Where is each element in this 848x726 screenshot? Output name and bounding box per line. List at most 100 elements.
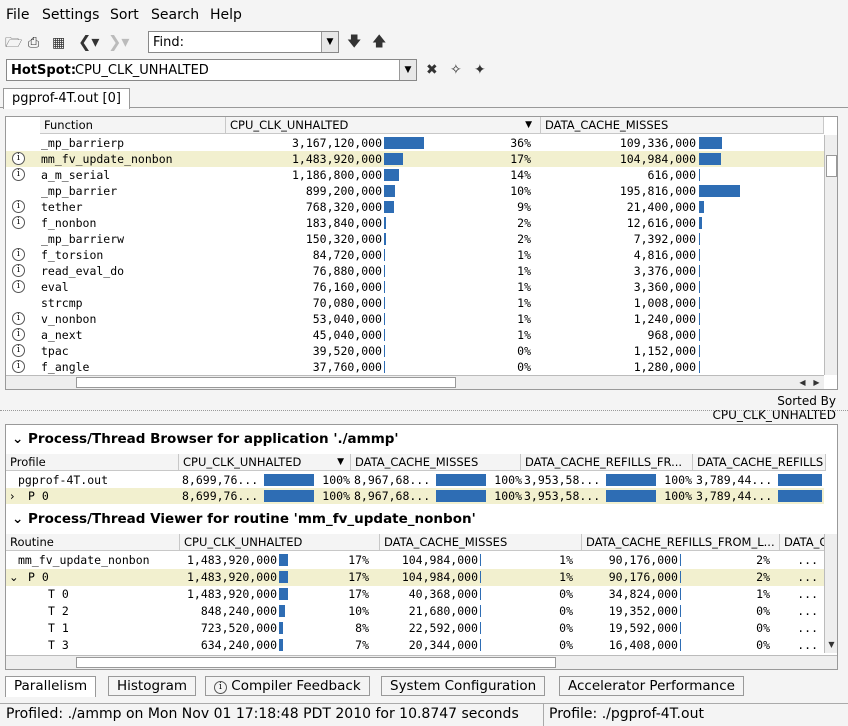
viewer-vertical-scrollbar[interactable]: ▼: [824, 534, 837, 653]
print-preview-icon[interactable]: ▦: [52, 35, 65, 51]
table-row[interactable]: _mp_barrierw 150,320,000 2% 7,392,000: [6, 231, 824, 247]
info-icon[interactable]: i: [12, 152, 25, 165]
browser-col-dcm[interactable]: DATA_CACHE_MISSES: [351, 454, 521, 471]
table-row[interactable]: i f_torsion 84,720,000 1% 4,816,000: [6, 247, 824, 263]
tab-system-configuration[interactable]: System Configuration: [381, 676, 546, 696]
info-icon[interactable]: i: [12, 200, 25, 213]
browser-title: Process/Thread Browser for application '…: [28, 431, 399, 447]
vertical-scrollbar[interactable]: [824, 135, 837, 375]
scroll-left-icon[interactable]: ◀: [796, 376, 809, 389]
info-icon[interactable]: i: [12, 328, 25, 341]
scroll-down-icon[interactable]: ▼: [825, 638, 837, 651]
table-row[interactable]: _mp_barrierp 3,167,120,000 36% 109,336,000: [6, 135, 824, 151]
function-name: read_eval_do: [41, 264, 125, 278]
table-row[interactable]: T 2 848,240,000 10% 21,680,000 0% 19,352,000 0…: [6, 603, 824, 620]
viewer-col-refills[interactable]: DATA_CACHE_REFILLS_FROM_L...: [582, 534, 780, 551]
split-divider[interactable]: [0, 410, 848, 418]
cpu-bar: [384, 329, 385, 341]
table-row[interactable]: T 0 1,483,920,000 17% 40,368,000 0% 34,824,00…: [6, 586, 824, 603]
print-icon[interactable]: ⎙: [28, 35, 39, 51]
collapse-icon[interactable]: ⌄: [12, 511, 23, 527]
tab-histogram[interactable]: Histogram: [108, 676, 197, 696]
info-icon[interactable]: i: [12, 168, 25, 181]
metric-percent: 100%: [494, 473, 522, 487]
table-row[interactable]: _mp_barrier 899,200,000 10% 195,816,000: [6, 183, 824, 199]
info-icon[interactable]: i: [12, 344, 25, 357]
viewer-col-routine[interactable]: Routine: [6, 534, 180, 551]
hotspot-value[interactable]: CPU_CLK_UNHALTED: [75, 63, 209, 78]
col-data-cache-misses[interactable]: DATA_CACHE_MISSES: [541, 117, 824, 134]
table-row[interactable]: i mm_fv_update_nonbon 1,483,920,000 17% 104,…: [6, 151, 824, 167]
viewer-horizontal-scrollbar[interactable]: [6, 655, 837, 669]
info-icon[interactable]: i: [12, 248, 25, 261]
clear-icon[interactable]: ✖: [426, 62, 438, 78]
metric-value: 3,953,58...: [524, 473, 601, 487]
menu-file[interactable]: File: [6, 7, 29, 23]
collapse-icon[interactable]: ⌄: [9, 569, 21, 585]
tab-parallelism[interactable]: Parallelism: [5, 676, 97, 697]
collapse-icon[interactable]: ⌄: [12, 431, 23, 447]
table-row[interactable]: i a_m_serial 1,186,800,000 14% 616,000: [6, 167, 824, 183]
table-row[interactable]: i read_eval_do 76,880,000 1% 3,376,000: [6, 263, 824, 279]
tab-accelerator-performance[interactable]: Accelerator Performance: [559, 676, 744, 696]
refill-bar: [680, 605, 681, 617]
expand-icon[interactable]: ›: [10, 488, 20, 504]
viewer-section-header[interactable]: ⌄ Process/Thread Viewer for routine 'mm_…: [12, 509, 476, 529]
menu-help[interactable]: Help: [210, 7, 242, 23]
tab-compiler-feedback[interactable]: i Compiler Feedback: [205, 676, 370, 696]
vertical-scroll-thumb[interactable]: [826, 155, 837, 177]
table-row[interactable]: ⌄ P 0 1,483,920,000 17% 104,984,000 1% 90,176,…: [6, 569, 824, 586]
table-row[interactable]: T 3 634,240,000 7% 20,344,000 0% 16,408,000 0%…: [6, 637, 824, 654]
browser-col-profile[interactable]: Profile: [6, 454, 179, 471]
col-function[interactable]: Function: [40, 117, 226, 134]
hotspot-combo[interactable]: HotSpot: CPU_CLK_UNHALTED ▼: [6, 59, 417, 81]
select-icon[interactable]: ✧: [450, 62, 462, 78]
tab-profile[interactable]: pgprof-4T.out [0]: [3, 88, 130, 109]
browser-col-refills-fr[interactable]: DATA_CACHE_REFILLS_FR...: [521, 454, 693, 471]
viewer-col-dcm[interactable]: DATA_CACHE_MISSES: [380, 534, 582, 551]
viewer-col-more[interactable]: DATA_C: [780, 534, 826, 551]
table-row[interactable]: i tether 768,320,000 9% 21,400,000: [6, 199, 824, 215]
open-folder-icon[interactable]: 🗁: [5, 35, 22, 51]
forward-icon[interactable]: ❯▾: [108, 34, 129, 50]
cpu-value: 1,483,920,000: [291, 152, 382, 166]
info-icon[interactable]: i: [12, 312, 25, 325]
table-row[interactable]: i v_nonbon 53,040,000 1% 1,240,000: [6, 311, 824, 327]
menu-settings[interactable]: Settings: [42, 7, 99, 23]
find-down-icon[interactable]: 🡇: [347, 34, 361, 50]
horizontal-scrollbar[interactable]: ◀ ▶: [6, 375, 824, 389]
info-icon[interactable]: i: [12, 360, 25, 373]
col-cpu-clk[interactable]: CPU_CLK_UNHALTED ▼: [226, 117, 541, 134]
hotspot-dropdown-icon[interactable]: ▼: [399, 60, 416, 80]
find-up-icon[interactable]: 🡅: [372, 34, 386, 50]
dcm-value: 20,344,000: [408, 638, 478, 652]
viewer-scroll-thumb[interactable]: [76, 657, 556, 668]
browser-section-header[interactable]: ⌄ Process/Thread Browser for application…: [12, 429, 399, 449]
scroll-right-icon[interactable]: ▶: [810, 376, 823, 389]
menu-search[interactable]: Search: [151, 7, 199, 23]
back-icon[interactable]: ❮▾: [78, 34, 99, 50]
tool-icon[interactable]: ✦: [474, 62, 486, 78]
menu-sort[interactable]: Sort: [110, 7, 139, 23]
find-dropdown-icon[interactable]: ▼: [321, 32, 338, 52]
info-icon[interactable]: i: [12, 280, 25, 293]
table-row[interactable]: i f_angle 37,760,000 0% 1,280,000: [6, 359, 824, 375]
table-row[interactable]: i f_nonbon 183,840,000 2% 12,616,000: [6, 215, 824, 231]
horizontal-scroll-thumb[interactable]: [76, 377, 456, 388]
browser-col-cpu[interactable]: CPU_CLK_UNHALTED ▼: [179, 454, 351, 471]
profile-name: P 0: [28, 489, 49, 503]
info-icon[interactable]: i: [12, 264, 25, 277]
table-row[interactable]: › P 0 8,699,76... 100% 8,967,68... 100% 3,953,…: [6, 488, 824, 504]
table-row[interactable]: mm_fv_update_nonbon 1,483,920,000 17% 104,9…: [6, 552, 824, 569]
table-row[interactable]: i eval 76,160,000 1% 3,360,000: [6, 279, 824, 295]
browser-col-refills[interactable]: DATA_CACHE_REFILLS: [693, 454, 826, 471]
cpu-percent: 1%: [517, 296, 531, 310]
viewer-col-cpu[interactable]: CPU_CLK_UNHALTED: [180, 534, 380, 551]
info-icon[interactable]: i: [12, 216, 25, 229]
find-combo[interactable]: Find: ▼: [148, 31, 339, 53]
table-row[interactable]: i tpac 39,520,000 0% 1,152,000: [6, 343, 824, 359]
table-row[interactable]: i a_next 45,040,000 1% 968,000: [6, 327, 824, 343]
table-row[interactable]: strcmp 70,080,000 1% 1,008,000: [6, 295, 824, 311]
table-row[interactable]: T 1 723,520,000 8% 22,592,000 0% 19,592,000 0%…: [6, 620, 824, 637]
table-row[interactable]: pgprof-4T.out 8,699,76... 100% 8,967,68... 1…: [6, 472, 824, 488]
